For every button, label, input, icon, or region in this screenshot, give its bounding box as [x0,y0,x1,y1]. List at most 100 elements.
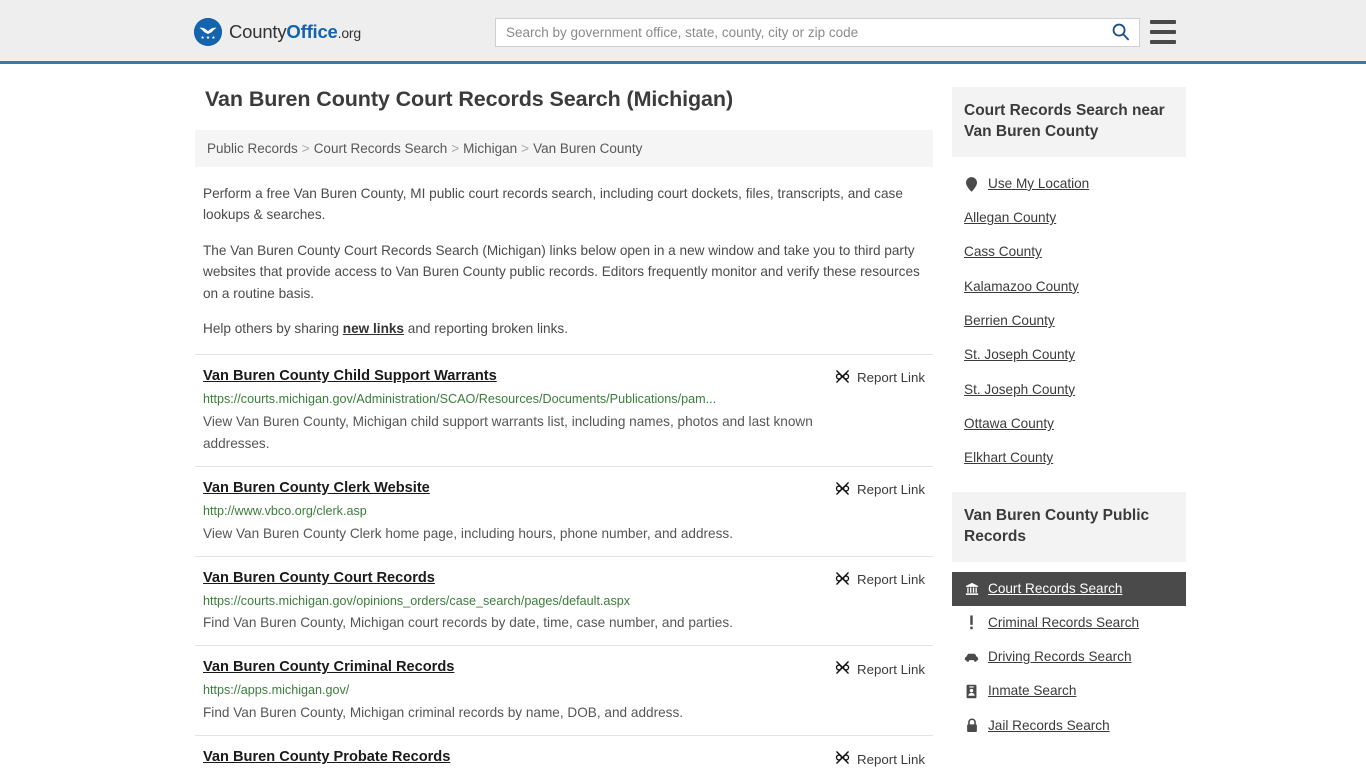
brand-part-office: Office [286,20,338,42]
broken-link-icon [835,481,850,499]
list-item: Berrien County [952,304,1186,338]
sidebar-item-allegan-county[interactable]: Allegan County [952,201,1186,235]
sidebar-item-label: Court Records Search [988,580,1123,596]
brand-part-org: .org [337,24,362,41]
sidebar-item-driving-records-search[interactable]: Driving Records Search [952,640,1186,674]
sidebar-public-records-list: Court Records Search Criminal Records Se… [952,571,1186,744]
report-link-button[interactable]: Report Link [835,660,925,678]
result-title-link[interactable]: Van Buren County Clerk Website [203,479,430,498]
result-title-link[interactable]: Van Buren County Probate Records [203,748,450,767]
result-item: Van Buren County Criminal Records https:… [195,645,933,735]
sidebar-item-inmate-search[interactable]: Inmate Search [952,674,1186,708]
result-item: Van Buren County Child Support Warrants … [195,353,933,466]
report-link-button[interactable]: Report Link [835,481,925,499]
list-item: Elkhart County [952,441,1186,475]
site-logo-link[interactable]: CountyOffice.org [194,18,361,46]
result-url: http://www.vbco.org/clerk.asp [203,503,367,518]
breadcrumb-item-public-records[interactable]: Public Records [207,141,298,156]
list-item: Use My Location [952,167,1186,201]
main-column: Van Buren County Court Records Search (M… [195,87,933,768]
sidebar-item-ottawa-county[interactable]: Ottawa County [952,407,1186,441]
report-link-button[interactable]: Report Link [835,369,925,387]
sidebar-item-label: Inmate Search [988,683,1077,699]
brand-wordmark: CountyOffice.org [229,20,362,42]
lock-icon [964,718,979,733]
list-item: St. Joseph County [952,373,1186,407]
result-item: Van Buren County Court Records https://c… [195,555,933,646]
sidebar-item-use-my-location[interactable]: Use My Location [952,167,1186,201]
sidebar-item-label: Elkhart County [964,450,1054,466]
list-item: Criminal Records Search [952,606,1186,640]
sidebar-item-criminal-records-search[interactable]: Criminal Records Search [952,606,1186,640]
result-item: Van Buren County Probate Records https:/… [195,735,933,768]
sidebar-item-label: Criminal Records Search [988,614,1140,630]
report-link-label: Report Link [857,370,925,386]
intro-paragraph-1: Perform a free Van Buren County, MI publ… [203,186,903,223]
sidebar-item-jail-records-search[interactable]: Jail Records Search [952,709,1186,743]
list-item: Ottawa County [952,407,1186,441]
sidebar-item-berrien-county[interactable]: Berrien County [952,304,1186,338]
sidebar-item-court-records-search[interactable]: Court Records Search [952,571,1186,606]
report-link-label: Report Link [857,482,925,498]
result-title-link[interactable]: Van Buren County Child Support Warrants [203,367,497,386]
list-item: Inmate Search [952,674,1186,708]
report-link-label: Report Link [857,751,925,767]
sidebar-item-cass-county[interactable]: Cass County [952,235,1186,269]
hamburger-menu-icon-bar [1150,40,1176,44]
sidebar-item-label: Jail Records Search [988,717,1110,733]
result-description: Find Van Buren County, Michigan court re… [203,615,733,631]
hamburger-menu-icon-bar [1150,30,1176,34]
result-url: https://courts.michigan.gov/Administrati… [203,391,717,406]
result-description: Find Van Buren County, Michigan criminal… [203,705,684,721]
sidebar-item-label: Cass County [964,244,1042,260]
sidebar-item-st-joseph-county[interactable]: St. Joseph County [952,338,1186,372]
courthouse-icon [964,582,979,596]
sidebar-item-label: St. Joseph County [964,347,1076,363]
result-title-link[interactable]: Van Buren County Court Records [203,569,435,588]
new-links-link[interactable]: new links [343,321,404,336]
id-badge-icon [964,684,979,699]
sidebar-item-label: Allegan County [964,210,1057,226]
intro-paragraph-3: Help others by sharing new links and rep… [195,318,933,339]
search-button[interactable] [1101,19,1139,46]
list-item: Court Records Search [952,571,1186,606]
breadcrumb-item-court-records-search[interactable]: Court Records Search [314,141,448,156]
report-link-button[interactable]: Report Link [835,750,925,768]
sidebar-item-label: Use My Location [988,175,1090,191]
sidebar-item-elkhart-county[interactable]: Elkhart County [952,441,1186,475]
report-link-button[interactable]: Report Link [835,571,925,589]
sidebar-item-label: Driving Records Search [988,649,1132,665]
hamburger-menu-icon-bar [1150,20,1176,24]
report-link-label: Report Link [857,572,925,588]
sidebar-heading-nearby: Court Records Search near Van Buren Coun… [952,87,1186,157]
eagle-shield-logo-icon [194,18,222,46]
breadcrumb-separator: > [301,141,310,156]
list-item: Kalamazoo County [952,270,1186,304]
result-url: https://apps.michigan.gov/ [203,683,350,698]
sidebar-heading-public-records: Van Buren County Public Records [952,491,1186,562]
sidebar-item-kalamazoo-county[interactable]: Kalamazoo County [952,270,1186,304]
broken-link-icon [835,571,850,589]
brand-part-county: County [229,20,287,42]
search-input[interactable] [496,19,1101,46]
content-columns: Van Buren County Court Records Search (M… [195,64,1186,768]
breadcrumb-item-van-buren-county[interactable]: Van Buren County [533,141,642,156]
car-icon [964,652,979,663]
list-item: Cass County [952,235,1186,269]
result-title-link[interactable]: Van Buren County Criminal Records [203,658,454,677]
page-title: Van Buren County Court Records Search (M… [205,87,733,111]
broken-link-icon [835,369,850,387]
list-item: St. Joseph County [952,338,1186,372]
sidebar-item-st-joseph-county-2[interactable]: St. Joseph County [952,373,1186,407]
report-link-label: Report Link [857,661,925,677]
hamburger-menu-button[interactable] [1150,20,1176,44]
result-url: https://courts.michigan.gov/opinions_ord… [203,593,631,608]
search-icon [1111,22,1130,44]
exclamation-icon [964,615,979,630]
page-body: Van Buren County Court Records Search (M… [0,64,1366,768]
sidebar-item-label: Berrien County [964,313,1055,329]
breadcrumb-separator: > [521,141,530,156]
sidebar-item-label: Ottawa County [964,416,1054,432]
breadcrumb-item-michigan[interactable]: Michigan [463,141,517,156]
search-bar [495,18,1140,47]
